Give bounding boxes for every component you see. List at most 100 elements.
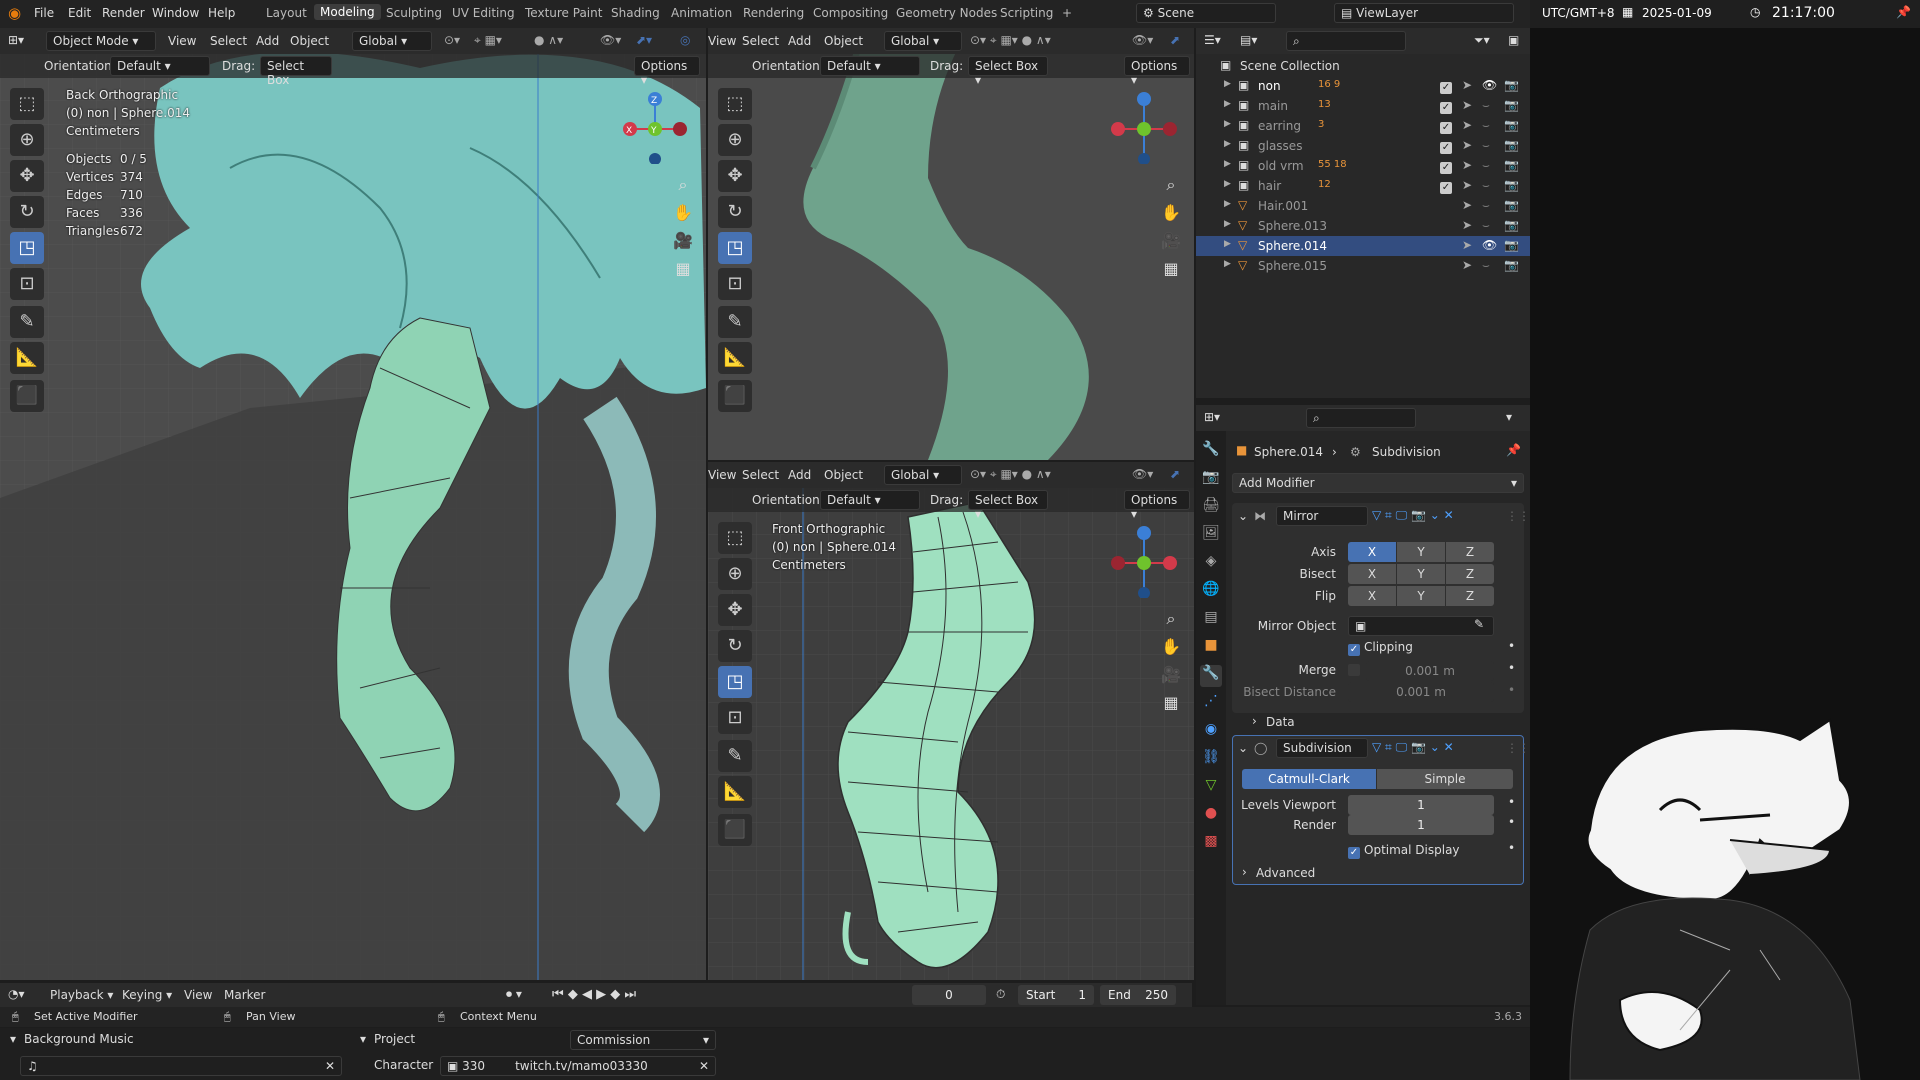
grid-toggle-icon[interactable]: ▦ bbox=[1158, 690, 1184, 716]
gizmo-toggle-icon[interactable]: ⬈ bbox=[1170, 467, 1180, 481]
menu-view[interactable]: View bbox=[708, 34, 736, 48]
breadcrumb-modifier[interactable]: Subdivision bbox=[1372, 445, 1441, 459]
bisect-z-button[interactable]: Z bbox=[1446, 564, 1494, 584]
exclude-checkbox[interactable]: ✓ bbox=[1440, 159, 1452, 174]
menu-object[interactable]: Object bbox=[824, 34, 863, 48]
expand-arrow-icon[interactable]: ▶ bbox=[1224, 119, 1231, 129]
levels-viewport-field[interactable]: 1 bbox=[1348, 795, 1494, 815]
axis-x-button[interactable]: X bbox=[1348, 542, 1396, 562]
clipping-checkbox[interactable]: ✓ bbox=[1348, 641, 1360, 656]
menu-file[interactable]: File bbox=[34, 6, 54, 20]
camera-icon[interactable]: 🎥 bbox=[670, 228, 696, 254]
render-camera-icon[interactable]: 📷 bbox=[1504, 218, 1519, 232]
transform-tool-icon[interactable]: ⊡ bbox=[718, 268, 752, 300]
expand-arrow-icon[interactable]: ▶ bbox=[1224, 259, 1231, 269]
orientation-dropdown[interactable]: Default ▾ bbox=[110, 56, 210, 76]
keyframe-dot-icon[interactable]: • bbox=[1508, 815, 1515, 829]
rotate-tool-icon[interactable]: ↻ bbox=[10, 196, 44, 228]
measure-tool-icon[interactable]: 📐 bbox=[718, 342, 752, 374]
collapse-chevron-icon[interactable]: ▾ bbox=[10, 1032, 16, 1046]
viewport-back-ortho[interactable]: ⊞▾ Object Mode ▾ View Select Add Object … bbox=[0, 28, 706, 980]
character-field[interactable]: ▣ 330 twitch.tv/mamo03330 ✕ bbox=[440, 1056, 716, 1076]
tab-compositing[interactable]: Compositing bbox=[813, 6, 888, 20]
render-camera-icon[interactable]: 📷 bbox=[1504, 138, 1519, 152]
outliner-item[interactable]: ▶ ▽ Sphere.013 ➤ ⌣ 📷 bbox=[1196, 216, 1530, 236]
simple-button[interactable]: Simple bbox=[1377, 769, 1513, 789]
navigation-gizmo[interactable] bbox=[1104, 84, 1184, 164]
orientation-dropdown[interactable]: Default ▾ bbox=[820, 56, 920, 76]
tab-animation[interactable]: Animation bbox=[671, 6, 732, 20]
measure-tool-icon[interactable]: 📐 bbox=[718, 776, 752, 808]
tool-tab-icon[interactable]: 🔧 bbox=[1200, 441, 1222, 463]
eye-closed-icon[interactable]: ⌣ bbox=[1482, 218, 1490, 233]
tab-modeling[interactable]: Modeling bbox=[314, 4, 381, 20]
rotate-tool-icon[interactable]: ↻ bbox=[718, 630, 752, 662]
object-mode-dropdown[interactable]: Object Mode ▾ bbox=[46, 31, 156, 51]
start-frame-field[interactable]: Start 1 bbox=[1018, 985, 1094, 1005]
object-tab-icon[interactable]: ■ bbox=[1200, 637, 1222, 659]
snap-icon[interactable]: ⌖ ▦▾ bbox=[474, 33, 502, 48]
texture-tab-icon[interactable]: ▩ bbox=[1200, 833, 1222, 855]
outliner-item[interactable]: ▶ ▽ Hair.001 ➤ ⌣ 📷 bbox=[1196, 196, 1530, 216]
exclude-checkbox[interactable]: ✓ bbox=[1440, 79, 1452, 94]
viewport-top-right[interactable]: View Select Add Object Global ▾ ⊙▾ ⌖ ▦▾ … bbox=[708, 28, 1194, 460]
bisect-distance-field[interactable]: 0.001 m bbox=[1348, 682, 1494, 702]
pan-hand-icon[interactable]: ✋ bbox=[1158, 200, 1184, 226]
select-arrow-icon[interactable]: ➤ bbox=[1462, 198, 1472, 212]
world-tab-icon[interactable]: 🌐 bbox=[1200, 581, 1222, 603]
material-tab-icon[interactable]: ● bbox=[1200, 805, 1222, 827]
expand-arrow-icon[interactable]: ▶ bbox=[1224, 79, 1231, 89]
outliner-item[interactable]: ▶ ▣ glasses ✓ ➤ ⌣ 📷 bbox=[1196, 136, 1530, 156]
scene-collection-row[interactable]: ▣ Scene Collection bbox=[1196, 56, 1530, 76]
menu-select[interactable]: Select bbox=[210, 34, 247, 48]
view-layer-tab-icon[interactable]: 🖼 bbox=[1200, 525, 1222, 547]
exclude-checkbox[interactable]: ✓ bbox=[1440, 119, 1452, 134]
eye-closed-icon[interactable]: ⌣ bbox=[1482, 158, 1490, 173]
drag-dropdown[interactable]: Select Box ▾ bbox=[968, 56, 1048, 87]
eye-closed-icon[interactable]: ⌣ bbox=[1482, 258, 1490, 273]
select-arrow-icon[interactable]: ➤ bbox=[1462, 158, 1472, 172]
playback-controls-icon[interactable]: ⏮ ◆ ◀ ▶ ◆ ⏭ bbox=[552, 987, 636, 1002]
outliner-search-input[interactable]: ⌕ bbox=[1286, 31, 1406, 51]
breadcrumb-object[interactable]: Sphere.014 bbox=[1254, 445, 1323, 459]
cursor-tool-icon[interactable]: ⊕ bbox=[718, 124, 752, 156]
flip-y-button[interactable]: Y bbox=[1397, 586, 1445, 606]
scale-tool-icon[interactable]: ◳ bbox=[718, 232, 752, 264]
expand-arrow-icon[interactable]: ▶ bbox=[1224, 139, 1231, 149]
eye-closed-icon[interactable]: ⌣ bbox=[1482, 118, 1490, 133]
data-tab-icon[interactable]: ▽ bbox=[1200, 777, 1222, 799]
collapse-chevron-icon[interactable]: ▾ bbox=[360, 1032, 366, 1046]
tab-layout[interactable]: Layout bbox=[266, 6, 307, 20]
constraints-tab-icon[interactable]: ⛓ bbox=[1200, 749, 1222, 771]
exclude-checkbox[interactable]: ✓ bbox=[1440, 139, 1452, 154]
menu-view[interactable]: View bbox=[168, 34, 196, 48]
annotate-tool-icon[interactable]: ✎ bbox=[10, 306, 44, 338]
proportional-icon[interactable]: ● ∧▾ bbox=[534, 33, 563, 47]
tab-texture-paint[interactable]: Texture Paint bbox=[525, 6, 602, 20]
render-camera-icon[interactable]: 📷 bbox=[1504, 198, 1519, 212]
menu-add[interactable]: Add bbox=[256, 34, 279, 48]
render-camera-icon[interactable]: 📷 bbox=[1504, 178, 1519, 192]
output-tab-icon[interactable]: 🖨 bbox=[1200, 497, 1222, 519]
gizmo-toggle-icon[interactable]: ⬈▾ bbox=[636, 33, 652, 47]
music-field[interactable]: ♫ ✕ bbox=[20, 1056, 342, 1076]
scene-tab-icon[interactable]: ◈ bbox=[1200, 553, 1222, 575]
menu-keying[interactable]: Keying ▾ bbox=[122, 988, 172, 1002]
rotate-tool-icon[interactable]: ↻ bbox=[718, 196, 752, 228]
keyframe-dot-icon[interactable]: • bbox=[1508, 661, 1515, 675]
menu-object[interactable]: Object bbox=[824, 468, 863, 482]
outliner-item[interactable]: ▶ ▣ old vrm 55 18 ✓ ➤ ⌣ 📷 bbox=[1196, 156, 1530, 176]
menu-view[interactable]: View bbox=[184, 988, 212, 1002]
drag-dropdown[interactable]: Select Box bbox=[260, 56, 332, 87]
pivot-icon[interactable]: ⊙▾ bbox=[444, 33, 460, 47]
pivot-icon[interactable]: ⊙▾ ⌖ ▦▾ ● ∧▾ bbox=[970, 33, 1051, 48]
scale-tool-icon[interactable]: ◳ bbox=[718, 666, 752, 698]
move-tool-icon[interactable]: ✥ bbox=[10, 160, 44, 192]
menu-window[interactable]: Window bbox=[152, 6, 199, 20]
grid-toggle-icon[interactable]: ▦ bbox=[670, 256, 696, 282]
menu-playback[interactable]: Playback ▾ bbox=[50, 988, 113, 1002]
pivot-icon[interactable]: ⊙▾ ⌖ ▦▾ ● ∧▾ bbox=[970, 467, 1051, 482]
outliner-editor-icon[interactable]: ☰▾ bbox=[1204, 33, 1221, 47]
scale-tool-icon[interactable]: ◳ bbox=[10, 232, 44, 264]
current-frame-field[interactable]: 0 bbox=[912, 985, 986, 1005]
